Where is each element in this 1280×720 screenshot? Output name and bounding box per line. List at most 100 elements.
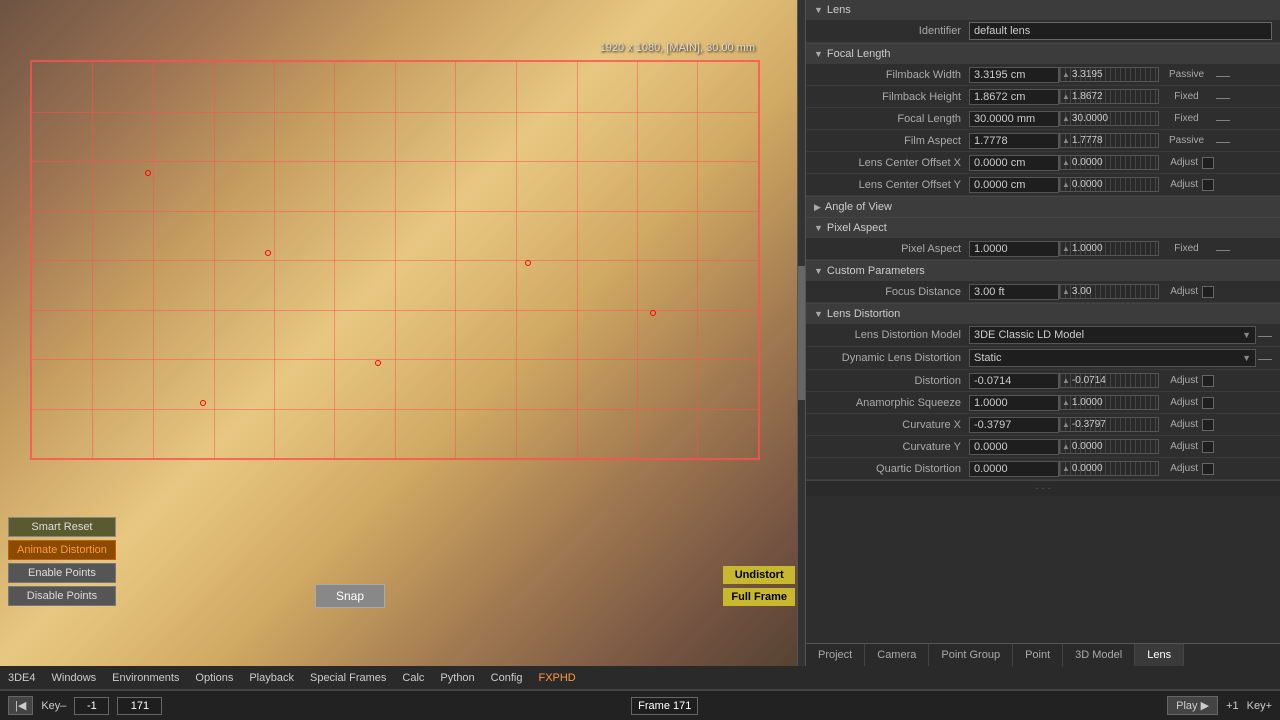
dynamic-ld-label: Dynamic Lens Distortion	[814, 352, 969, 364]
track-point-2	[265, 250, 271, 256]
lens-center-y-row: Lens Center Offset Y 0.0000 cm ▲ 0.0000 …	[806, 174, 1280, 196]
menu-python[interactable]: Python	[440, 672, 474, 684]
lens-center-y-arrow: ▲	[1062, 180, 1070, 189]
anamorphic-checkbox[interactable]	[1202, 397, 1214, 409]
menu-windows[interactable]: Windows	[52, 672, 97, 684]
distortion-checkbox[interactable]	[1202, 375, 1214, 387]
ld-model-dash: —	[1258, 327, 1272, 343]
distortion-arrow: ▲	[1062, 376, 1070, 385]
tab-3d-model[interactable]: 3D Model	[1063, 644, 1135, 666]
filmback-width-mode[interactable]: Passive	[1159, 69, 1214, 80]
viewport-info: 1920 x 1080, [MAIN], 30.00 mm	[600, 42, 755, 54]
menu-fxphd[interactable]: FXPHD	[538, 672, 575, 684]
lens-center-y-label: Lens Center Offset Y	[814, 179, 969, 191]
identifier-input[interactable]	[969, 22, 1272, 40]
menu-options[interactable]: Options	[195, 672, 233, 684]
curvature-y-arrow: ▲	[1062, 442, 1070, 451]
curvature-x-arrow: ▲	[1062, 420, 1070, 429]
filmback-height-value[interactable]: 1.8672 cm	[969, 89, 1059, 105]
focal-length-value[interactable]: 30.0000 mm	[969, 111, 1059, 127]
filmback-height-dash: —	[1216, 89, 1230, 105]
anamorphic-value[interactable]: 1.0000	[969, 395, 1059, 411]
focal-length-stepper[interactable]: ▲ 30.0000	[1059, 111, 1159, 126]
distortion-value[interactable]: -0.0714	[969, 373, 1059, 389]
angle-of-view-header[interactable]: ▶ Angle of View	[806, 197, 1280, 217]
tab-point-group[interactable]: Point Group	[929, 644, 1013, 666]
filmback-width-stepper[interactable]: ▲ 3.3195	[1059, 67, 1159, 82]
ld-model-arrow-icon: ▼	[1242, 330, 1251, 340]
smart-reset-button[interactable]: Smart Reset	[8, 517, 116, 537]
enable-points-button[interactable]: Enable Points	[8, 563, 116, 583]
disable-points-button[interactable]: Disable Points	[8, 586, 116, 606]
focal-length-header[interactable]: ▼ Focal Length	[806, 44, 1280, 64]
film-aspect-mode[interactable]: Passive	[1159, 135, 1214, 146]
dynamic-ld-dropdown[interactable]: Static ▼	[969, 349, 1256, 367]
undistort-button[interactable]: Undistort	[723, 566, 795, 584]
frame-offset-input[interactable]	[74, 697, 109, 715]
anamorphic-label: Anamorphic Squeeze	[814, 397, 969, 409]
tab-lens[interactable]: Lens	[1135, 644, 1184, 666]
tab-point[interactable]: Point	[1013, 644, 1063, 666]
quartic-value[interactable]: 0.0000	[969, 461, 1059, 477]
quartic-checkbox[interactable]	[1202, 463, 1214, 475]
tab-camera[interactable]: Camera	[865, 644, 929, 666]
pixel-aspect-mode[interactable]: Fixed	[1159, 243, 1214, 254]
curvature-y-mode: Adjust	[1163, 441, 1198, 452]
lens-center-y-stepper[interactable]: ▲ 0.0000	[1059, 177, 1159, 192]
quartic-stepper[interactable]: ▲ 0.0000	[1059, 461, 1159, 476]
focal-length-section: ▼ Focal Length Filmback Width 3.3195 cm …	[806, 44, 1280, 197]
anamorphic-step-val: 1.0000	[1072, 397, 1103, 408]
viewport-scrollbar-thumb[interactable]	[798, 266, 805, 399]
lens-section-header[interactable]: ▼ Lens	[806, 0, 1280, 20]
tab-project[interactable]: Project	[806, 644, 865, 666]
current-frame-input[interactable]	[117, 697, 162, 715]
curvature-x-value[interactable]: -0.3797	[969, 417, 1059, 433]
pixel-aspect-header[interactable]: ▼ Pixel Aspect	[806, 218, 1280, 238]
filmback-width-value[interactable]: 3.3195 cm	[969, 67, 1059, 83]
menu-playback[interactable]: Playback	[249, 672, 294, 684]
anamorphic-stepper[interactable]: ▲ 1.0000	[1059, 395, 1159, 410]
animate-distortion-button[interactable]: Animate Distortion	[8, 540, 116, 560]
snap-button[interactable]: Snap	[315, 584, 385, 608]
lens-center-y-mode: Adjust	[1163, 179, 1198, 190]
focus-distance-value[interactable]: 3.00 ft	[969, 284, 1059, 300]
menu-config[interactable]: Config	[491, 672, 523, 684]
curvature-y-stepper[interactable]: ▲ 0.0000	[1059, 439, 1159, 454]
curvature-x-stepper[interactable]: ▲ -0.3797	[1059, 417, 1159, 432]
focal-length-mode[interactable]: Fixed	[1159, 113, 1214, 124]
focus-distance-label: Focus Distance	[814, 286, 969, 298]
viewport-scrollbar[interactable]	[797, 0, 805, 666]
curvature-y-checkbox[interactable]	[1202, 441, 1214, 453]
panel-tab-bar: Project Camera Point Group Point 3D Mode…	[806, 643, 1280, 666]
bottom-left-buttons: Smart Reset Animate Distortion Enable Po…	[8, 517, 116, 606]
film-aspect-value[interactable]: 1.7778	[969, 133, 1059, 149]
quartic-label: Quartic Distortion	[814, 463, 969, 475]
ld-model-dropdown[interactable]: 3DE Classic LD Model ▼	[969, 326, 1256, 344]
lens-center-x-stepper[interactable]: ▲ 0.0000	[1059, 155, 1159, 170]
pixel-aspect-arrow: ▲	[1062, 244, 1070, 253]
curvature-x-checkbox[interactable]	[1202, 419, 1214, 431]
filmback-height-stepper[interactable]: ▲ 1.8672	[1059, 89, 1159, 104]
curvature-y-value[interactable]: 0.0000	[969, 439, 1059, 455]
full-frame-button[interactable]: Full Frame	[723, 588, 795, 606]
filmback-height-mode[interactable]: Fixed	[1159, 91, 1214, 102]
menu-calc[interactable]: Calc	[402, 672, 424, 684]
play-button[interactable]: Play ▶	[1167, 696, 1218, 715]
lens-center-y-value[interactable]: 0.0000 cm	[969, 177, 1059, 193]
lens-center-x-checkbox[interactable]	[1202, 157, 1214, 169]
menu-environments[interactable]: Environments	[112, 672, 179, 684]
menu-special-frames[interactable]: Special Frames	[310, 672, 386, 684]
focus-distance-checkbox[interactable]	[1202, 286, 1214, 298]
go-start-button[interactable]: |◀	[8, 696, 33, 715]
lens-distortion-header[interactable]: ▼ Lens Distortion	[806, 304, 1280, 324]
distortion-stepper[interactable]: ▲ -0.0714	[1059, 373, 1159, 388]
lens-center-y-checkbox[interactable]	[1202, 179, 1214, 191]
angle-of-view-section: ▶ Angle of View	[806, 197, 1280, 218]
menu-3de4[interactable]: 3DE4	[8, 672, 36, 684]
pixel-aspect-stepper[interactable]: ▲ 1.0000	[1059, 241, 1159, 256]
lens-center-x-value[interactable]: 0.0000 cm	[969, 155, 1059, 171]
pixel-aspect-value[interactable]: 1.0000	[969, 241, 1059, 257]
focus-distance-stepper[interactable]: ▲ 3.00	[1059, 284, 1159, 299]
custom-params-header[interactable]: ▼ Custom Parameters	[806, 261, 1280, 281]
film-aspect-stepper[interactable]: ▲ 1.7778	[1059, 133, 1159, 148]
